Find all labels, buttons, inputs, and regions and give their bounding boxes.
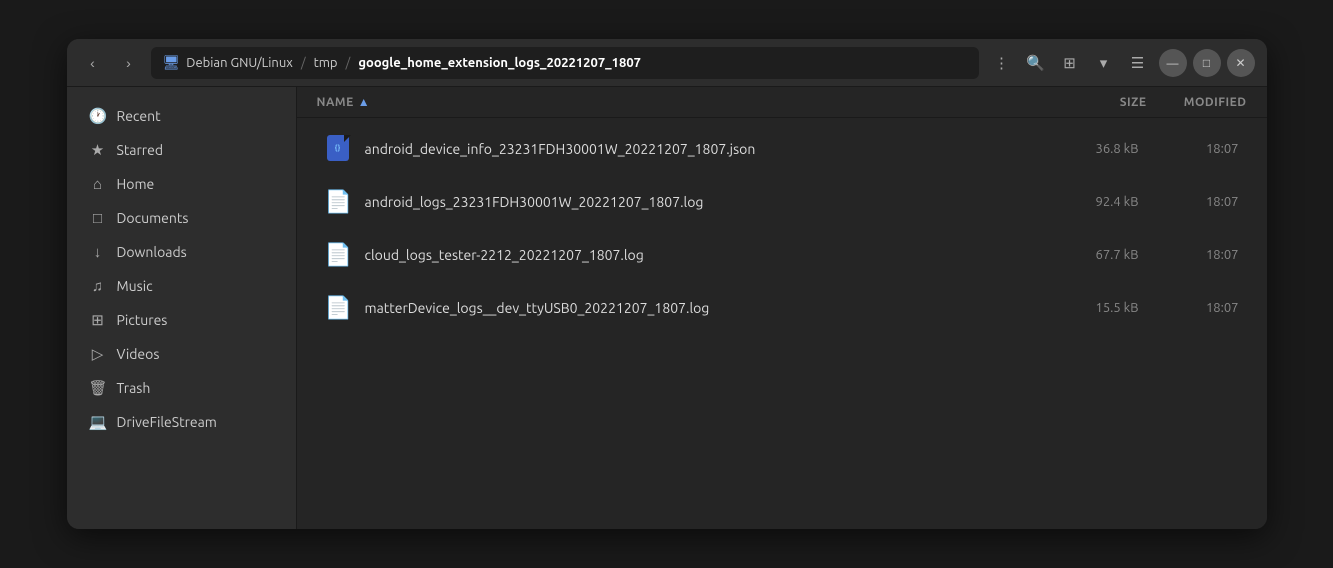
videos-icon: ▷ <box>89 345 107 363</box>
sidebar-item-pictures[interactable]: ⊞ Pictures <box>73 303 290 337</box>
trash-icon: 🗑 <box>89 379 107 397</box>
column-name: Name ▲ <box>317 95 1047 109</box>
sidebar-item-videos[interactable]: ▷ Videos <box>73 337 290 371</box>
sidebar-label-trash: Trash <box>117 380 151 396</box>
column-name-label: Name <box>317 96 354 109</box>
close-button[interactable]: ✕ <box>1227 49 1255 77</box>
file-manager-window: ‹ › 🖥 Debian GNU/Linux / tmp / google_ho… <box>67 39 1267 529</box>
file-size: 15.5 kB <box>1039 301 1139 315</box>
titlebar: ‹ › 🖥 Debian GNU/Linux / tmp / google_ho… <box>67 39 1267 87</box>
downloads-icon: ↓ <box>89 243 107 261</box>
file-row[interactable]: 📄 android_logs_23231FDH30001W_20221207_1… <box>305 176 1259 228</box>
sidebar-item-drivefilestream[interactable]: 💻 DriveFileStream <box>73 405 290 439</box>
sidebar-item-documents[interactable]: □ Documents <box>73 201 290 235</box>
sidebar-label-documents: Documents <box>117 210 189 226</box>
sort-arrow: ▲ <box>358 95 370 109</box>
column-modified-header: Modified <box>1147 96 1247 109</box>
maximize-button[interactable]: □ <box>1193 49 1221 77</box>
breadcrumb-sep-2: / <box>346 56 351 70</box>
content-area: 🕐 Recent ★ Starred ⌂ Home □ Documents ↓ … <box>67 87 1267 529</box>
file-modified: 18:07 <box>1139 248 1239 262</box>
breadcrumb-current: google_home_extension_logs_20221207_1807 <box>358 56 641 70</box>
titlebar-actions: ⋮ 🔍 ⊞ ▾ ☰ — □ ✕ <box>987 48 1255 78</box>
drivefilestream-icon: 💻 <box>89 413 107 431</box>
sidebar-item-music[interactable]: ♫ Music <box>73 269 290 303</box>
file-name: matterDevice_logs__dev_ttyUSB0_20221207_… <box>365 300 1039 316</box>
file-row[interactable]: 📄 cloud_logs_tester-2212_20221207_1807.l… <box>305 229 1259 281</box>
file-size: 67.7 kB <box>1039 248 1139 262</box>
minimize-button[interactable]: — <box>1159 49 1187 77</box>
file-list-header: Name ▲ Size Modified <box>297 87 1267 118</box>
breadcrumb-part-2: tmp <box>314 56 338 70</box>
sidebar-label-recent: Recent <box>117 108 161 124</box>
column-size-header: Size <box>1047 96 1147 109</box>
log-file-icon: 📄 <box>325 239 353 271</box>
file-name: android_device_info_23231FDH30001W_20221… <box>365 141 1039 157</box>
sidebar-item-recent[interactable]: 🕐 Recent <box>73 99 290 133</box>
sidebar-item-trash[interactable]: 🗑 Trash <box>73 371 290 405</box>
file-modified: 18:07 <box>1139 195 1239 209</box>
search-button[interactable]: 🔍 <box>1021 48 1051 78</box>
file-size: 36.8 kB <box>1039 142 1139 156</box>
file-name: android_logs_23231FDH30001W_20221207_180… <box>365 194 1039 210</box>
file-row[interactable]: {} android_device_info_23231FDH30001W_20… <box>305 123 1259 175</box>
file-name: cloud_logs_tester-2212_20221207_1807.log <box>365 247 1039 263</box>
file-row[interactable]: 📄 matterDevice_logs__dev_ttyUSB0_2022120… <box>305 282 1259 334</box>
more-options-button[interactable]: ⋮ <box>987 48 1017 78</box>
sidebar: 🕐 Recent ★ Starred ⌂ Home □ Documents ↓ … <box>67 87 297 529</box>
file-modified: 18:07 <box>1139 142 1239 156</box>
file-pane: Name ▲ Size Modified {} android_devic <box>297 87 1267 529</box>
music-icon: ♫ <box>89 277 107 295</box>
sidebar-label-drivefilestream: DriveFileStream <box>117 414 217 430</box>
list-view-button[interactable]: ☰ <box>1123 48 1153 78</box>
view-dropdown-button[interactable]: ▾ <box>1089 48 1119 78</box>
grid-view-button[interactable]: ⊞ <box>1055 48 1085 78</box>
sidebar-label-pictures: Pictures <box>117 312 168 328</box>
breadcrumb-part-1: Debian GNU/Linux <box>186 56 293 70</box>
sidebar-item-starred[interactable]: ★ Starred <box>73 133 290 167</box>
computer-icon: 🖥 <box>163 54 181 71</box>
log-file-icon: 📄 <box>325 292 353 324</box>
file-list: {} android_device_info_23231FDH30001W_20… <box>297 118 1267 529</box>
pictures-icon: ⊞ <box>89 311 107 329</box>
starred-icon: ★ <box>89 141 107 159</box>
breadcrumb-sep-1: / <box>301 56 306 70</box>
sidebar-label-downloads: Downloads <box>117 244 187 260</box>
forward-button[interactable]: › <box>115 49 143 77</box>
sidebar-label-home: Home <box>117 176 155 192</box>
file-size: 92.4 kB <box>1039 195 1139 209</box>
sidebar-label-videos: Videos <box>117 346 160 362</box>
recent-icon: 🕐 <box>89 107 107 125</box>
back-button[interactable]: ‹ <box>79 49 107 77</box>
json-file-icon: {} <box>325 133 353 165</box>
sidebar-item-home[interactable]: ⌂ Home <box>73 167 290 201</box>
sidebar-item-downloads[interactable]: ↓ Downloads <box>73 235 290 269</box>
home-icon: ⌂ <box>89 175 107 193</box>
log-file-icon: 📄 <box>325 186 353 218</box>
sidebar-label-music: Music <box>117 278 153 294</box>
sidebar-label-starred: Starred <box>117 142 164 158</box>
file-modified: 18:07 <box>1139 301 1239 315</box>
breadcrumb: 🖥 Debian GNU/Linux / tmp / google_home_e… <box>151 47 979 79</box>
documents-icon: □ <box>89 209 107 227</box>
